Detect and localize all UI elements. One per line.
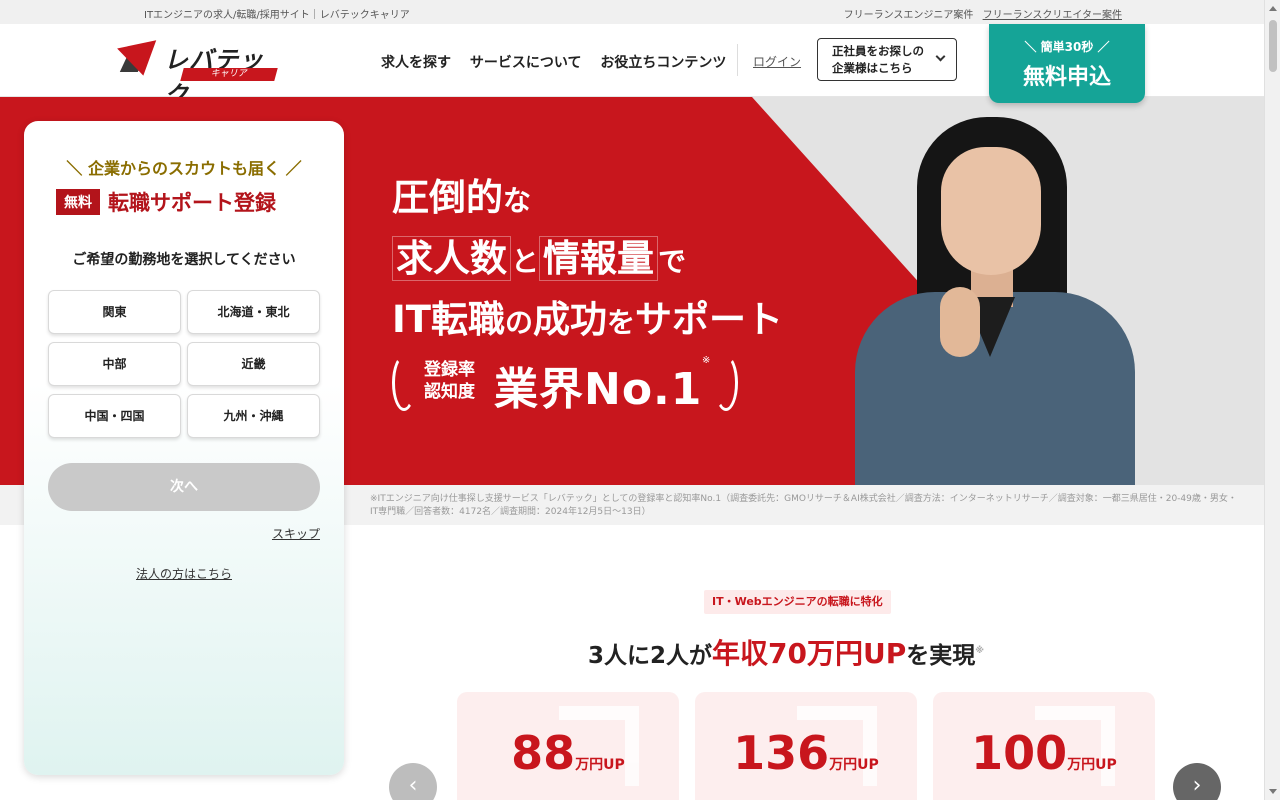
registration-form-card: ＼ 企業からのスカウトも届く ／ 無料 転職サポート登録 ご希望の勤務地を選択して…: [24, 121, 344, 775]
headline-word: 情報量: [539, 236, 659, 281]
badge-label-line2: 認知度: [424, 382, 475, 402]
free-apply-button[interactable]: ＼ 簡単30秒 ／ 無料申込: [989, 24, 1145, 103]
headline-word: IT転職: [392, 298, 506, 341]
nav-useful-content[interactable]: お役立ちコンテンツ: [600, 55, 726, 71]
freelance-creator-link[interactable]: フリーランスクリエイター案件: [983, 10, 1122, 21]
region-hokkaido-tohoku[interactable]: 北海道・東北: [187, 290, 320, 334]
headline-particle: で: [658, 245, 687, 278]
scrollbar[interactable]: [1264, 0, 1280, 800]
nav-find-jobs[interactable]: 求人を探す: [381, 55, 451, 71]
salary-lead: 3人に2人が年収70万円UPを実現※: [588, 632, 984, 672]
chevron-right-icon: ›: [1192, 773, 1202, 798]
headline-particle: な: [503, 184, 532, 217]
stat-card: 88万円UP: [457, 692, 679, 800]
headline-particle: と: [511, 245, 540, 278]
lead-note-mark: ※: [975, 646, 984, 656]
region-chugoku-shikoku[interactable]: 中国・四国: [48, 394, 181, 438]
lead-prefix: 3人に2人が: [588, 643, 713, 669]
specialty-pill: IT・Webエンジニアの転職に特化: [704, 590, 891, 614]
freelance-links: フリーランスエンジニア案件 フリーランスクリエイター案件: [844, 6, 1122, 21]
lead-highlight: 年収70万円UP: [712, 637, 907, 670]
headline-word: 圧倒的: [392, 176, 503, 219]
headline-word: 求人数: [392, 236, 511, 281]
hero-person-image: [845, 117, 1145, 485]
location-question: ご希望の勤務地を選択してください: [72, 252, 296, 268]
region-kyushu-okinawa[interactable]: 九州・沖縄: [187, 394, 320, 438]
login-link[interactable]: ログイン: [753, 53, 801, 70]
logo[interactable]: レバテック キャリア: [117, 40, 280, 109]
carousel-next-button[interactable]: ›: [1173, 763, 1221, 800]
freelance-engineer-link[interactable]: フリーランスエンジニア案件: [844, 10, 974, 21]
stat-number: 88: [511, 726, 576, 780]
corporate-button-line2: 企業様はこちら: [832, 61, 913, 75]
headline-particle: の: [505, 306, 534, 339]
scout-caption: ＼ 企業からのスカウトも届く ／: [66, 159, 302, 178]
region-kinki[interactable]: 近畿: [187, 342, 320, 386]
chevron-down-icon: [935, 51, 946, 62]
scroll-down-icon[interactable]: [1269, 789, 1277, 794]
no1-badge: 登録率 認知度 業界No.1 ※: [390, 347, 750, 417]
form-title: 無料 転職サポート登録: [56, 187, 276, 217]
stat-value: 100万円UP: [933, 726, 1155, 780]
next-button[interactable]: 次へ: [48, 463, 320, 511]
chevron-left-icon: ‹: [408, 773, 418, 798]
footnote-text: ※ITエンジニア向け仕事探し支援サービス「レバテック」としての登録率と認知率No…: [370, 494, 1237, 517]
skip-link[interactable]: スキップ: [272, 525, 320, 542]
nav-about-service[interactable]: サービスについて: [470, 55, 582, 71]
headline-word: サポート: [635, 298, 784, 341]
free-tag: 無料: [56, 189, 100, 215]
scrollbar-thumb[interactable]: [1269, 20, 1277, 72]
corporate-button-line1: 正社員をお探しの: [832, 44, 924, 58]
region-chubu[interactable]: 中部: [48, 342, 181, 386]
headline-particle: を: [607, 306, 636, 339]
stat-value: 136万円UP: [695, 726, 917, 780]
stat-number: 100: [971, 726, 1068, 780]
headline-word: 成功: [533, 298, 608, 341]
carousel-prev-button[interactable]: ‹: [389, 763, 437, 800]
stat-unit: 万円UP: [575, 757, 625, 773]
stat-value: 88万円UP: [457, 726, 679, 780]
badge-note-mark: ※: [702, 355, 711, 366]
logo-mark-icon: [117, 40, 163, 80]
stat-unit: 万円UP: [829, 757, 879, 773]
badge-no1: 業界No.1: [494, 364, 703, 415]
person-face: [941, 147, 1041, 275]
stat-card: 136万円UP: [695, 692, 917, 800]
badge-label-line1: 登録率: [424, 360, 475, 380]
stat-card: 100万円UP: [933, 692, 1155, 800]
site-description: ITエンジニアの求人/転職/採用サイト｜レバテックキャリア: [144, 10, 410, 21]
form-title-text: 転職サポート登録: [108, 191, 276, 215]
laurel-left-icon: [392, 355, 416, 411]
page: ITエンジニアの求人/転職/採用サイト｜レバテックキャリア フリーランスエンジニ…: [0, 0, 1280, 800]
apply-label: 無料申込: [1022, 65, 1111, 90]
laurel-right-icon: [714, 355, 738, 411]
scroll-up-icon[interactable]: [1269, 6, 1277, 11]
corporate-button[interactable]: 正社員をお探しの 企業様はこちら: [817, 38, 957, 81]
corporate-link[interactable]: 法人の方はこちら: [24, 565, 344, 582]
stat-number: 136: [733, 726, 830, 780]
region-kanto[interactable]: 関東: [48, 290, 181, 334]
utility-bar: ITエンジニアの求人/転職/採用サイト｜レバテックキャリア フリーランスエンジニ…: [0, 0, 1264, 24]
person-hand: [940, 287, 980, 357]
nav-divider: [737, 44, 738, 76]
logo-sub: キャリア: [180, 68, 278, 81]
lead-suffix: を実現: [906, 643, 976, 669]
hero-headline: 圧倒的な 求人数と情報量で IT転職の成功をサポート: [392, 169, 783, 352]
badge-label: 登録率 認知度: [424, 359, 475, 403]
stat-unit: 万円UP: [1067, 757, 1117, 773]
apply-caption: ＼ 簡単30秒 ／: [1024, 40, 1110, 54]
main-nav: 求人を探す サービスについて お役立ちコンテンツ: [381, 52, 740, 72]
